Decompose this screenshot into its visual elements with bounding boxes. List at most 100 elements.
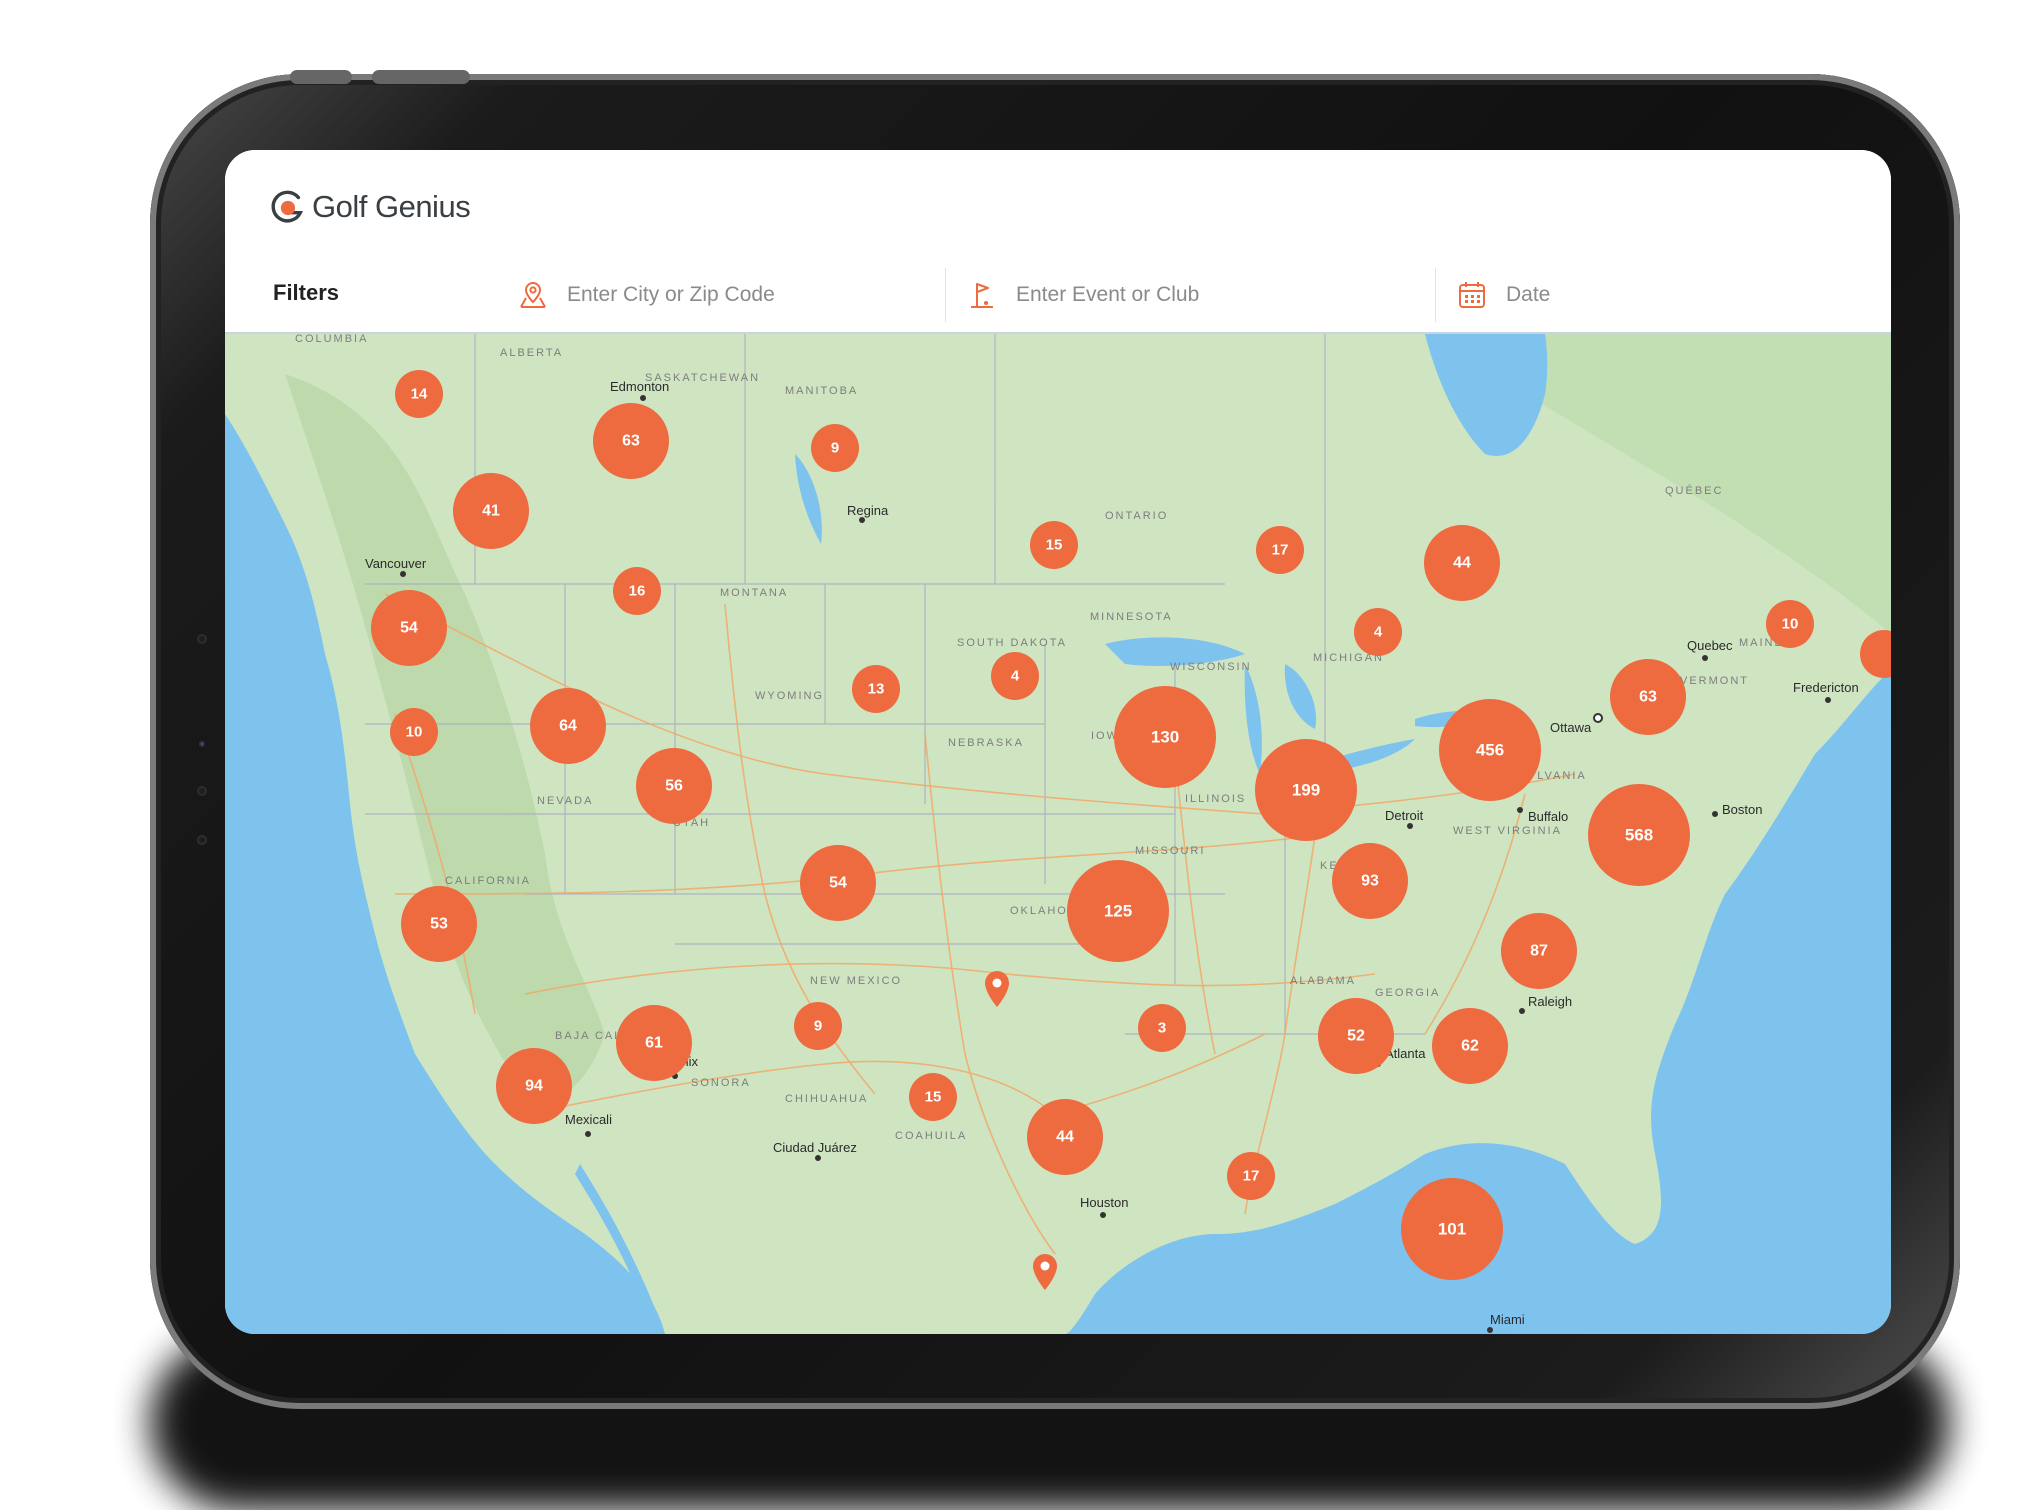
svg-text:16: 16 xyxy=(629,583,646,600)
event-cluster[interactable]: 41 xyxy=(453,473,529,549)
svg-text:4: 4 xyxy=(1011,668,1020,685)
region-label: NEW MEXICO xyxy=(810,975,902,987)
app-screen: Golf Genius Filters Enter City or Zip Co… xyxy=(225,150,1891,1334)
event-cluster[interactable]: 94 xyxy=(496,1048,572,1124)
event-cluster[interactable]: 3 xyxy=(1138,1004,1186,1052)
svg-text:130: 130 xyxy=(1151,728,1179,747)
svg-text:125: 125 xyxy=(1104,902,1132,921)
region-label: WYOMING xyxy=(755,690,824,702)
svg-text:56: 56 xyxy=(665,778,683,795)
event-map[interactable]: COLUMBIA ALBERTA SASKATCHEWAN MANITOBA O… xyxy=(225,334,1891,1334)
event-cluster[interactable]: 199 xyxy=(1255,739,1357,841)
event-cluster[interactable]: 4 xyxy=(991,652,1039,700)
event-cluster[interactable]: 54 xyxy=(371,590,447,666)
svg-text:41: 41 xyxy=(482,503,500,520)
event-cluster[interactable]: 101 xyxy=(1401,1178,1503,1280)
calendar-icon xyxy=(1459,282,1485,308)
event-cluster[interactable]: 125 xyxy=(1067,860,1169,962)
event-cluster[interactable]: 54 xyxy=(800,845,876,921)
region-label: CHIHUAHUA xyxy=(785,1093,868,1105)
svg-text:54: 54 xyxy=(829,875,847,892)
golf-genius-logo-icon xyxy=(271,190,304,223)
event-cluster[interactable]: 63 xyxy=(1610,659,1686,735)
region-label: SOUTH DAKOTA xyxy=(957,637,1067,649)
event-cluster[interactable]: 16 xyxy=(613,567,661,615)
region-label: MISSOURI xyxy=(1135,845,1205,857)
city-label: Vancouver xyxy=(365,556,427,571)
svg-text:94: 94 xyxy=(525,1078,543,1095)
city-label: Houston xyxy=(1080,1195,1128,1210)
city-label: Detroit xyxy=(1385,808,1424,823)
event-cluster[interactable]: 87 xyxy=(1501,913,1577,989)
region-label: WISCONSIN xyxy=(1170,661,1252,673)
camera-indicator xyxy=(199,741,205,747)
svg-text:15: 15 xyxy=(1046,537,1063,554)
svg-text:17: 17 xyxy=(1272,542,1289,559)
event-cluster[interactable]: 53 xyxy=(401,886,477,962)
sensor-dot xyxy=(197,634,207,644)
event-cluster[interactable]: 62 xyxy=(1432,1008,1508,1084)
city-label: Regina xyxy=(847,503,889,518)
svg-text:64: 64 xyxy=(559,718,577,735)
event-cluster[interactable]: 13 xyxy=(852,665,900,713)
event-cluster[interactable]: 9 xyxy=(811,424,859,472)
svg-text:62: 62 xyxy=(1461,1038,1479,1055)
city-label: Raleigh xyxy=(1528,994,1572,1009)
svg-text:63: 63 xyxy=(622,433,640,450)
region-label: ALABAMA xyxy=(1290,975,1356,987)
event-cluster[interactable]: 10 xyxy=(1766,600,1814,648)
region-label: COLUMBIA xyxy=(295,334,368,345)
event-cluster[interactable]: 61 xyxy=(616,1005,692,1081)
event-cluster[interactable]: 52 xyxy=(1318,998,1394,1074)
event-cluster[interactable]: 456 xyxy=(1439,699,1541,801)
region-label: MANITOBA xyxy=(785,385,858,397)
event-cluster[interactable]: 4 xyxy=(1354,608,1402,656)
map-canvas[interactable]: COLUMBIA ALBERTA SASKATCHEWAN MANITOBA O… xyxy=(225,334,1891,1334)
region-label: WEST VIRGINIA xyxy=(1453,825,1562,837)
city-label: Ottawa xyxy=(1550,720,1592,735)
region-label: QUÉBEC xyxy=(1665,484,1723,497)
region-label: SONORA xyxy=(691,1077,751,1089)
date-picker[interactable]: Date xyxy=(1435,268,1891,322)
city-zip-input[interactable]: Enter City or Zip Code xyxy=(517,268,925,322)
event-cluster[interactable]: 44 xyxy=(1424,525,1500,601)
region-label: NEBRASKA xyxy=(948,737,1024,749)
event-cluster[interactable]: 9 xyxy=(794,1002,842,1050)
brand-logo[interactable]: Golf Genius xyxy=(268,188,471,226)
svg-text:10: 10 xyxy=(406,724,423,741)
event-cluster[interactable]: 15 xyxy=(909,1073,957,1121)
event-cluster[interactable]: 17 xyxy=(1256,526,1304,574)
event-club-input[interactable]: Enter Event or Club xyxy=(945,268,1466,322)
region-label: COAHUILA xyxy=(895,1130,967,1142)
svg-text:87: 87 xyxy=(1530,943,1548,960)
event-cluster[interactable]: 130 xyxy=(1114,686,1216,788)
svg-text:54: 54 xyxy=(400,620,418,637)
city-label: Buffalo xyxy=(1528,809,1568,824)
svg-text:9: 9 xyxy=(831,440,839,457)
sensor-dot xyxy=(197,786,207,796)
svg-text:4: 4 xyxy=(1374,624,1383,641)
event-cluster[interactable]: 14 xyxy=(395,370,443,418)
event-cluster[interactable]: 17 xyxy=(1227,1152,1275,1200)
date-label: Date xyxy=(1506,283,1551,306)
city-label: Edmonton xyxy=(610,379,669,394)
svg-text:568: 568 xyxy=(1625,826,1653,845)
event-cluster[interactable]: 63 xyxy=(593,403,669,479)
region-label: ILLINOIS xyxy=(1185,793,1246,805)
event-cluster[interactable]: 10 xyxy=(390,708,438,756)
event-cluster[interactable]: 64 xyxy=(530,688,606,764)
svg-text:44: 44 xyxy=(1056,1129,1074,1146)
city-label: Miami xyxy=(1490,1312,1525,1327)
svg-text:93: 93 xyxy=(1361,873,1379,890)
event-cluster[interactable]: 56 xyxy=(636,748,712,824)
event-cluster[interactable]: 15 xyxy=(1030,521,1078,569)
svg-text:44: 44 xyxy=(1453,555,1471,572)
power-button xyxy=(372,70,470,84)
event-cluster[interactable]: 44 xyxy=(1027,1099,1103,1175)
golf-flag-icon xyxy=(971,283,993,308)
svg-text:15: 15 xyxy=(925,1089,942,1106)
svg-text:61: 61 xyxy=(645,1035,663,1052)
svg-text:199: 199 xyxy=(1292,781,1320,800)
event-cluster[interactable]: 568 xyxy=(1588,784,1690,886)
event-cluster[interactable]: 93 xyxy=(1332,843,1408,919)
